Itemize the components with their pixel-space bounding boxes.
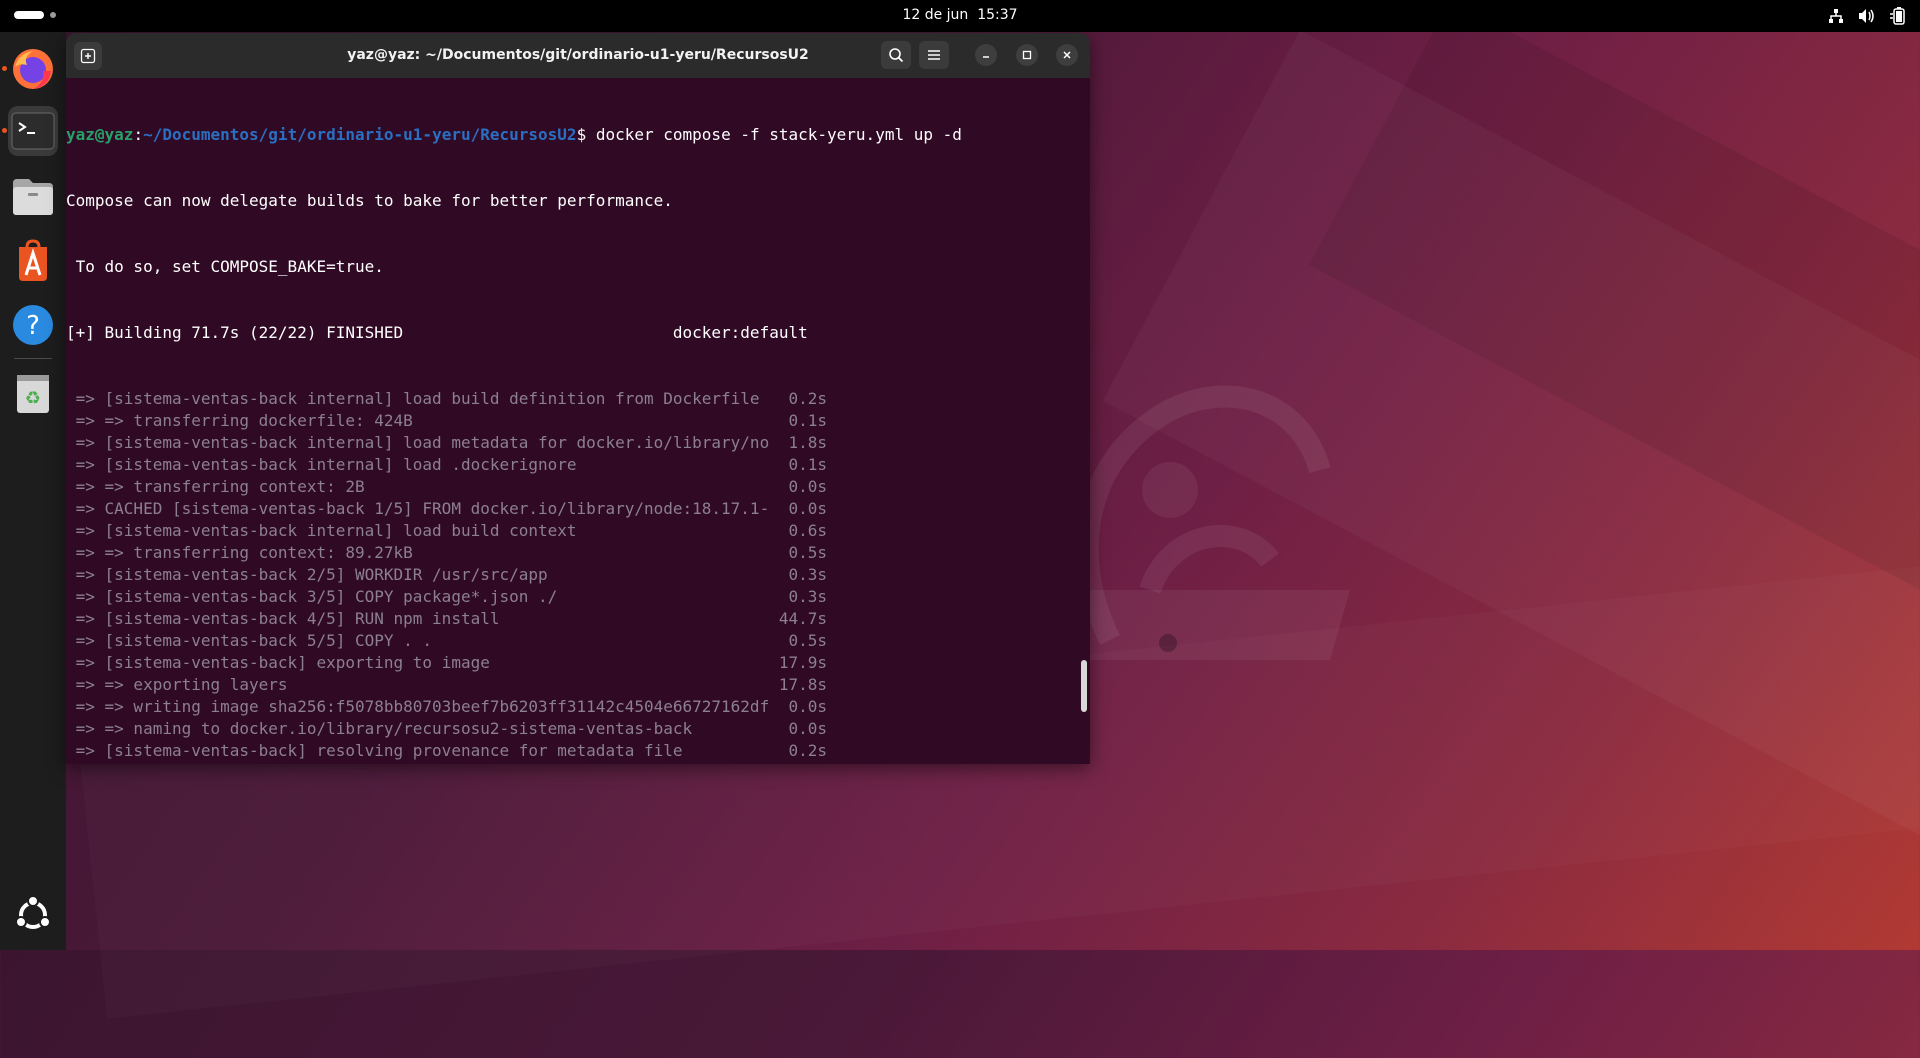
build-step-line: => [sistema-ventas-back] resolving prove… xyxy=(66,741,827,760)
dock-item-app-center[interactable] xyxy=(8,236,58,286)
show-apps-button[interactable] xyxy=(8,890,58,940)
dock-item-firefox[interactable] xyxy=(8,44,58,94)
build-step-line: => => transferring context: 2B 0.0s xyxy=(66,477,827,496)
firefox-icon xyxy=(13,49,53,89)
clock: 12 de jun 15:37 xyxy=(0,0,1920,32)
battery-icon xyxy=(1890,7,1905,25)
build-step-line: => => writing image sha256:f5078bb80703b… xyxy=(66,697,827,716)
top-bar: 12 de jun 15:37 xyxy=(0,0,1920,32)
window-titlebar[interactable]: yaz@yaz: ~/Documentos/git/ordinario-u1-y… xyxy=(66,33,1090,78)
system-tray[interactable] xyxy=(1828,7,1906,25)
build-step-line: => => transferring dockerfile: 424B 0.1s xyxy=(66,411,827,430)
volume-icon xyxy=(1859,9,1874,23)
build-steps: => [sistema-ventas-back internal] load b… xyxy=(66,388,962,764)
terminal-output: yaz@yaz:~/Documentos/git/ordinario-u1-ye… xyxy=(66,80,962,764)
build-step-line: => CACHED [sistema-ventas-back 1/5] FROM… xyxy=(66,499,827,518)
search-button[interactable] xyxy=(881,41,911,69)
app-center-icon xyxy=(19,239,47,281)
network-icon xyxy=(1829,9,1843,23)
maximize-icon xyxy=(1022,50,1032,60)
hamburger-menu-icon xyxy=(928,50,940,60)
dock-item-files[interactable] xyxy=(8,172,58,222)
dock-item-trash[interactable]: ♻ xyxy=(8,368,58,418)
running-indicator xyxy=(2,128,7,133)
dock-item-help[interactable]: ? xyxy=(8,300,58,350)
menu-button[interactable] xyxy=(919,41,949,69)
terminal-window[interactable]: yaz@yaz: ~/Documentos/git/ordinario-u1-y… xyxy=(66,33,1090,764)
maximize-button[interactable] xyxy=(1016,44,1038,66)
build-step-line: => [sistema-ventas-back internal] load b… xyxy=(66,521,827,540)
prompt-separator: : xyxy=(133,125,144,144)
build-step-line: => [sistema-ventas-back 5/5] COPY . . 0.… xyxy=(66,631,827,650)
search-icon xyxy=(889,48,904,63)
output-line: To do so, set COMPOSE_BAKE=true. xyxy=(66,257,384,276)
new-tab-icon xyxy=(80,48,96,64)
svg-text:?: ? xyxy=(26,311,40,341)
minimize-icon xyxy=(983,56,989,58)
clock-date[interactable]: 12 de jun xyxy=(902,7,968,23)
minimize-button[interactable] xyxy=(975,44,997,66)
build-step-line: => [sistema-ventas-back] exporting to im… xyxy=(66,653,827,672)
help-icon: ? xyxy=(13,305,53,345)
terminal-scrollbar[interactable] xyxy=(1081,660,1087,712)
build-step-line: => [sistema-ventas-back internal] load .… xyxy=(66,455,827,474)
build-step-line: => => transferring context: 89.27kB 0.5s xyxy=(66,543,827,562)
output-line: Compose can now delegate builds to bake … xyxy=(66,191,673,210)
build-step-line: => => exporting layers 17.8s xyxy=(66,675,827,694)
new-tab-button[interactable] xyxy=(74,42,102,70)
running-indicator xyxy=(2,66,7,71)
wallpaper-logo xyxy=(1050,385,1350,660)
terminal-icon xyxy=(11,112,55,150)
command-text: docker compose -f stack-yeru.yml up -d xyxy=(586,125,962,144)
activities-button[interactable] xyxy=(14,11,56,19)
build-step-line: => [sistema-ventas-back 3/5] COPY packag… xyxy=(66,587,827,606)
close-icon xyxy=(1063,51,1071,59)
prompt-line: yaz@yaz:~/Documentos/git/ordinario-u1-ye… xyxy=(66,124,962,146)
dock-separator xyxy=(14,358,52,359)
build-step-line: => [sistema-ventas-back 4/5] RUN npm ins… xyxy=(66,609,827,628)
build-step-line: => [sistema-ventas-back internal] load b… xyxy=(66,389,827,408)
terminal-view[interactable]: yaz@yaz:~/Documentos/git/ordinario-u1-ye… xyxy=(66,78,1090,764)
dock: ? ♻ xyxy=(0,32,66,950)
files-icon xyxy=(13,179,53,215)
dock-item-terminal[interactable] xyxy=(8,106,58,156)
build-status-line: [+] Building 71.7s (22/22) FINISHED dock… xyxy=(66,323,808,342)
clock-time[interactable]: 15:37 xyxy=(977,7,1017,23)
trash-icon: ♻ xyxy=(17,375,49,413)
svg-text:♻: ♻ xyxy=(25,388,41,409)
workspace-indicator-active xyxy=(14,11,44,19)
ubuntu-logo-icon xyxy=(15,895,51,929)
build-step-line: => [sistema-ventas-back 2/5] WORKDIR /us… xyxy=(66,565,827,584)
prompt-user: yaz@yaz xyxy=(66,125,134,144)
build-step-line: => => naming to docker.io/library/recurs… xyxy=(66,719,827,738)
close-button[interactable] xyxy=(1056,44,1078,66)
prompt-symbol: $ xyxy=(576,125,587,144)
prompt-path: ~/Documentos/git/ordinario-u1-yeru/Recur… xyxy=(143,125,577,144)
build-step-line: => [sistema-ventas-back internal] load m… xyxy=(66,433,827,452)
build-step-line: => [sistema-ventas-front internal] load … xyxy=(66,762,962,764)
workspace-indicator xyxy=(50,12,56,18)
